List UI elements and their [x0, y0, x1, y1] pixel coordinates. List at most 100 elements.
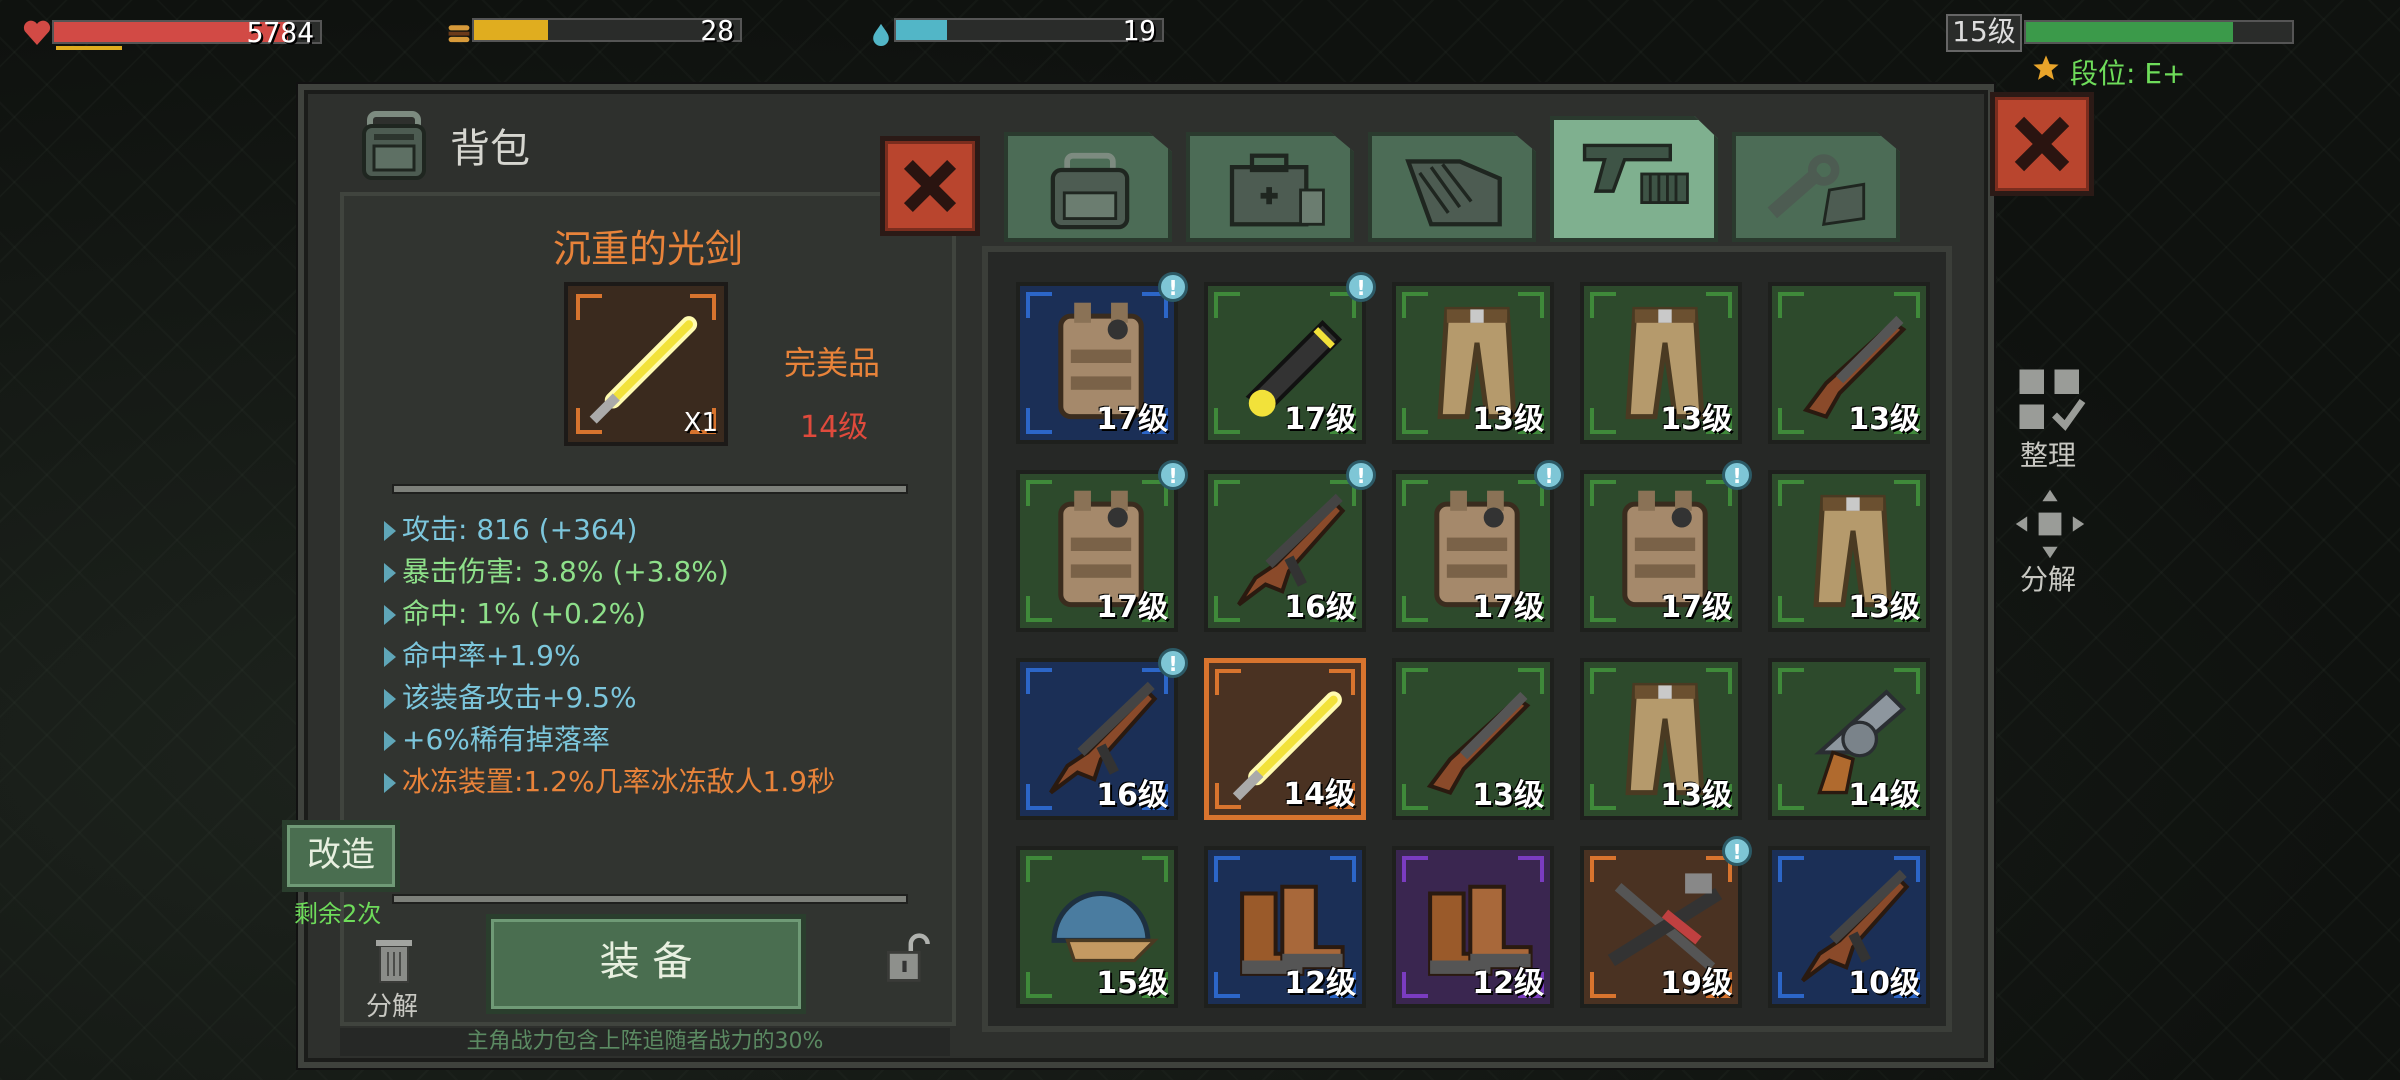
water-value: 19 [1122, 14, 1156, 47]
new-item-badge-icon: ! [1158, 272, 1188, 302]
sort-grid-icon [2019, 369, 2086, 431]
tab-medical[interactable] [1186, 132, 1354, 242]
stat-line: 命中率+1.9% [384, 634, 581, 674]
new-item-badge-icon: ! [1346, 272, 1376, 302]
inventory-slot[interactable]: 19级! [1580, 836, 1752, 1008]
item-level-label: 14级 [1848, 778, 1920, 813]
item-level-label: 17级 [1096, 402, 1168, 437]
tab-weapons[interactable] [1550, 116, 1718, 242]
food-value: 28 [700, 14, 734, 47]
food-icon [446, 20, 472, 46]
tab-armor[interactable] [1368, 132, 1536, 242]
stat-text: 攻击: 816 (+364) [402, 513, 638, 546]
inventory-slot[interactable]: 17级! [1204, 272, 1376, 444]
inventory-slot[interactable]: 17级! [1016, 272, 1188, 444]
stat-text: +6%稀有掉落率 [402, 723, 610, 756]
item-level: 14级 [800, 410, 869, 445]
equip-button[interactable]: 装 备 [486, 914, 806, 1014]
discard-label: 分解 [366, 992, 419, 1022]
new-item-badge-icon: ! [1534, 460, 1564, 490]
inventory-slot[interactable]: 12级 [1392, 846, 1554, 1008]
lock-icon[interactable] [880, 930, 936, 986]
water-bar-fill [896, 20, 947, 40]
stat-text: 该装备攻击+9.5% [402, 681, 637, 714]
inventory-slot[interactable]: 13级 [1580, 658, 1742, 820]
item-quality: 完美品 [784, 344, 881, 382]
inventory-slot[interactable]: 13级 [1392, 282, 1554, 444]
armor-icon [1405, 159, 1502, 227]
modify-button[interactable]: 改造 [282, 820, 400, 892]
inventory-slot[interactable]: 16级! [1016, 648, 1188, 820]
inventory-slot[interactable]: 14级 [1768, 658, 1930, 820]
stat-bullet-icon [384, 731, 396, 751]
item-level-label: 19级 [1660, 966, 1732, 1001]
tab-backpack[interactable] [1004, 132, 1172, 242]
item-level-label: 13级 [1472, 778, 1544, 813]
disassemble-button[interactable]: 分解 [2008, 486, 2092, 596]
sort-label: 整理 [2020, 439, 2077, 472]
inventory-slot[interactable]: 13级 [1580, 282, 1742, 444]
item-level-label: 13级 [1472, 402, 1544, 437]
food-bar: 28 [472, 14, 742, 47]
food-bar-fill [474, 20, 549, 40]
stat-text: 命中率+1.9% [402, 639, 581, 672]
sort-button[interactable]: 整理 [2014, 366, 2086, 472]
item-name: 沉重的光剑 [552, 227, 743, 271]
stat-bullet-icon [384, 647, 396, 667]
stat-bullet-icon [384, 689, 396, 709]
item-level-label: 17级 [1096, 590, 1168, 625]
medkit-icon [1229, 153, 1325, 227]
new-item-badge-icon: ! [1158, 648, 1188, 678]
inventory-slot[interactable]: 13级 [1768, 282, 1930, 444]
rank-label: 段位: E+ [2070, 57, 2186, 90]
gun-ammo-icon [1582, 143, 1689, 204]
modify-remaining: 剩余2次 [294, 900, 382, 928]
item-level-label: 13级 [1848, 402, 1920, 437]
stat-line: 攻击: 816 (+364) [384, 508, 637, 548]
inventory-slot[interactable]: 16级! [1204, 460, 1376, 632]
experience-bar [2024, 20, 2294, 44]
close-inventory-button[interactable] [1990, 92, 2094, 196]
inventory-slot[interactable]: 14级 [1204, 658, 1366, 820]
inventory-slot[interactable]: 13级 [1392, 658, 1554, 820]
tab-tools[interactable] [1732, 132, 1900, 242]
item-level-label: 16级 [1284, 590, 1356, 625]
inventory-title: 背包 [450, 126, 530, 172]
item-level-label: 15级 [1096, 966, 1168, 1001]
stat-bullet-icon [384, 605, 396, 625]
player-level: 15级 [1952, 15, 2016, 48]
backpack-icon [1050, 152, 1130, 230]
stat-text: 冰冻装置:1.2%几率冰冻敌人1.9秒 [402, 765, 836, 798]
inventory-slot[interactable]: 10级 [1768, 846, 1930, 1008]
new-item-badge-icon: ! [1346, 460, 1376, 490]
inventory-slot[interactable]: 17级! [1016, 460, 1188, 632]
new-item-badge-icon: ! [1722, 836, 1752, 866]
equip-button-label: 装 备 [599, 939, 693, 985]
close-icon [903, 159, 957, 213]
stat-line: 该装备攻击+9.5% [384, 676, 637, 716]
inventory-slot[interactable]: 12级 [1204, 846, 1366, 1008]
item-level-label: 17级 [1284, 402, 1356, 437]
stat-text: 暴击伤害: 3.8% (+3.8%) [402, 555, 729, 588]
close-detail-button[interactable] [880, 136, 980, 236]
rank-star-icon [2032, 54, 2060, 82]
power-note: 主角战力包含上阵追随者战力的30% [340, 1028, 950, 1056]
item-level-label: 13级 [1660, 402, 1732, 437]
inventory-slot[interactable]: 13级 [1768, 470, 1930, 632]
stat-line: +6%稀有掉落率 [384, 718, 610, 758]
item-level-label: 17级 [1660, 590, 1732, 625]
experience-bar-fill [2026, 22, 2234, 42]
inventory-slot[interactable]: 17级! [1580, 460, 1752, 632]
trash-icon [376, 940, 412, 983]
close-icon [2014, 116, 2070, 172]
inventory-slot[interactable]: 17级! [1392, 460, 1564, 632]
inventory-slot[interactable]: 15级 [1016, 846, 1178, 1008]
disassemble-label: 分解 [2020, 563, 2077, 596]
discard-button[interactable]: 分解 [362, 936, 426, 1026]
item-level-label: 12级 [1472, 966, 1544, 1001]
stat-line: 冰冻装置:1.2%几率冰冻敌人1.9秒 [384, 760, 835, 800]
new-item-badge-icon: ! [1722, 460, 1752, 490]
selected-item-icon-frame: X1 [564, 282, 728, 446]
item-count: X1 [683, 408, 718, 438]
item-level-label: 13级 [1660, 778, 1732, 813]
